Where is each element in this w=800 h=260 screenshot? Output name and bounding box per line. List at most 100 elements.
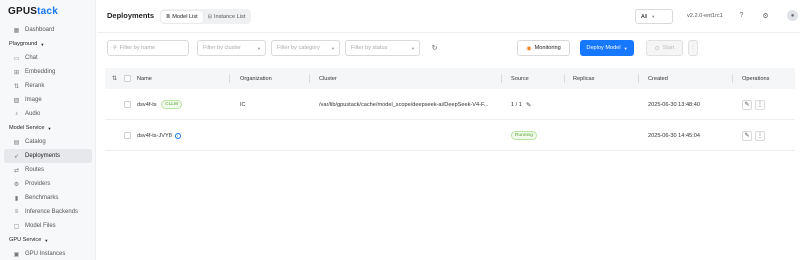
sidebar-item-label: Image xyxy=(25,97,42,103)
embedding-icon: ⊞ xyxy=(13,69,20,76)
status-cell: Running xyxy=(511,120,537,151)
sidebar-item-catalog[interactable]: ▤ Catalog xyxy=(4,135,92,149)
sidebar-item-label: Routes xyxy=(25,167,45,173)
operations-cell: ✎ ⋮ xyxy=(742,89,768,120)
sidebar-item-chat[interactable]: ▭ Chat xyxy=(4,51,92,65)
deployments-table: ⇅ Name Organization Cluster Source Repli… xyxy=(105,68,795,151)
sort-icon[interactable]: ⇅ xyxy=(112,68,117,89)
scope-select[interactable]: All ▼ xyxy=(635,9,673,24)
model-name-cell: dsv4f-ts-JVY8 i xyxy=(137,120,181,151)
sidebar-item-label: Embedding xyxy=(25,69,56,75)
created-cell: 2025-06-30 14:45:04 xyxy=(648,132,700,139)
sidebar-item-rerank[interactable]: ⇅ Rerank xyxy=(4,79,92,93)
chat-icon: ▭ xyxy=(13,55,20,62)
organization-cell: IC xyxy=(240,101,246,108)
refresh-icon[interactable]: ↻ xyxy=(430,43,439,52)
sidebar-group-gpu-service[interactable]: GPU Service ▼ xyxy=(0,233,96,247)
filter-cluster-select[interactable]: Filter by cluster ▼ xyxy=(197,40,266,56)
page-header: Deployments ≣ Model List ⊟ Instance List A… xyxy=(97,0,800,33)
tab-model-list[interactable]: ≣ Model List xyxy=(161,10,203,23)
table-row[interactable]: dsv4f-ts-JVY8 i Running 2025-06-30 14:45:… xyxy=(105,120,795,151)
more-button[interactable]: ⋮ xyxy=(755,99,765,110)
sidebar-group-model-service[interactable]: Model Service ▼ xyxy=(0,121,96,135)
operations-cell: ✎ ⋮ xyxy=(742,120,768,151)
sidebar-item-embedding[interactable]: ⊞ Embedding xyxy=(4,65,92,79)
model-name[interactable]: dsv4f-ts xyxy=(137,102,157,108)
model-name[interactable]: dsv4f-ts-JVY8 xyxy=(137,133,172,139)
rocket-icon: ➶ xyxy=(13,153,20,160)
monitoring-button[interactable]: ◉ Monitoring xyxy=(517,40,570,56)
chevron-down-icon: ▼ xyxy=(257,45,261,51)
search-icon: ⚲ xyxy=(113,45,117,51)
chevron-down-icon: ▼ xyxy=(411,45,415,51)
sidebar-item-routes[interactable]: ⇄ Routes xyxy=(4,163,92,177)
cluster-cell: /var/lib/gpustack/cache/model_scope/deep… xyxy=(319,101,489,108)
row-checkbox[interactable] xyxy=(124,132,131,139)
app-logo[interactable]: GPUStack xyxy=(8,6,58,17)
rerank-icon: ⇅ xyxy=(13,83,20,90)
sidebar-item-model-files[interactable]: ▢ Model Files xyxy=(4,219,92,233)
row-checkbox[interactable] xyxy=(124,101,131,108)
more-button[interactable]: ⋮ xyxy=(755,130,765,141)
help-icon[interactable]: ? xyxy=(737,11,746,20)
view-switcher: ≣ Model List ⊟ Instance List xyxy=(160,9,252,24)
sidebar-item-label: Deployments xyxy=(25,153,61,159)
image-icon: ▨ xyxy=(13,97,20,104)
sidebar-item-deployments[interactable]: ➶ Deployments xyxy=(4,149,92,163)
category-badge: ⊂ LLM xyxy=(160,100,182,109)
edit-replicas-icon[interactable]: ✎ xyxy=(526,101,531,109)
gear-icon[interactable]: ⚙ xyxy=(761,11,770,20)
list-icon: ≣ xyxy=(166,13,171,20)
sidebar-item-label: Catalog xyxy=(25,139,46,145)
column-name[interactable]: Name xyxy=(137,68,152,89)
column-cluster[interactable]: Cluster xyxy=(319,68,337,89)
sidebar-item-label: Inference Backends xyxy=(25,209,79,215)
play-icon: ⊙ xyxy=(654,45,660,52)
filter-name-input[interactable]: ⚲ Filter by name xyxy=(107,40,189,56)
monitoring-icon: ◉ xyxy=(526,45,532,52)
deploy-model-button[interactable]: Deploy Model ▼ xyxy=(580,40,634,56)
sidebar-nav: ▦ Dashboard Playground ▼ ▭ Chat ⊞ Embedding ⇅ Rer… xyxy=(0,23,96,260)
table-row[interactable]: dsv4f-ts ⊂ LLM IC /var/lib/gpustack/cache… xyxy=(105,89,795,120)
sidebar-group-label: GPU Service xyxy=(9,237,42,243)
sidebar-item-label: Chat xyxy=(25,55,38,61)
column-organization[interactable]: Organization xyxy=(240,68,272,89)
routes-icon: ⇄ xyxy=(13,167,20,174)
select-all-checkbox[interactable] xyxy=(124,75,131,82)
sidebar-item-gpu-instances[interactable]: ▣ GPU Instances xyxy=(4,247,92,260)
sidebar-item-label: Rerank xyxy=(25,83,45,89)
replicas-cell: 1 / 1 ✎ xyxy=(511,101,532,109)
filter-category-select[interactable]: Filter by category ▼ xyxy=(271,40,340,56)
model-name-cell: dsv4f-ts ⊂ LLM xyxy=(137,89,182,120)
start-button[interactable]: ⊙ Start xyxy=(646,40,683,56)
version-label: v2.2.0-ent1rc1 xyxy=(687,13,723,19)
sidebar-group-label: Playground xyxy=(9,41,38,47)
more-actions-button[interactable]: ⋮ xyxy=(688,40,698,56)
audio-icon: ♪ xyxy=(15,111,18,117)
column-operations: Operations xyxy=(742,75,770,82)
chevron-down-icon: ▼ xyxy=(623,45,628,51)
sidebar-item-audio[interactable]: ♪ Audio xyxy=(4,107,92,121)
providers-icon: ⚙ xyxy=(13,181,20,188)
chevron-down-icon: ▼ xyxy=(47,125,52,131)
avatar[interactable]: ● xyxy=(787,10,798,21)
tab-instance-list[interactable]: ⊟ Instance List xyxy=(203,11,251,23)
sidebar-item-dashboard[interactable]: ▦ Dashboard xyxy=(4,23,92,37)
gpu-icon: ▣ xyxy=(13,251,20,258)
edit-button[interactable]: ✎ xyxy=(742,130,752,141)
sidebar-group-playground[interactable]: Playground ▼ xyxy=(0,37,96,51)
column-created[interactable]: Created xyxy=(648,68,668,89)
status-badge: Running xyxy=(511,131,537,140)
edit-button[interactable]: ✎ xyxy=(742,99,752,110)
sidebar-item-image[interactable]: ▨ Image xyxy=(4,93,92,107)
info-icon[interactable]: i xyxy=(174,132,181,139)
column-replicas[interactable]: Replicas xyxy=(573,68,594,89)
filter-status-select[interactable]: Filter by status ▼ xyxy=(345,40,420,56)
sidebar-item-inference-backends[interactable]: ≡ Inference Backends xyxy=(4,205,92,219)
chevron-down-icon: ▼ xyxy=(40,41,45,47)
sidebar-item-benchmarks[interactable]: ▮ Benchmarks xyxy=(4,191,92,205)
sidebar-item-label: Model Files xyxy=(25,223,56,229)
sidebar-item-providers[interactable]: ⚙ Providers xyxy=(4,177,92,191)
instance-icon: ⊟ xyxy=(207,13,212,20)
column-source[interactable]: Source xyxy=(511,68,529,89)
